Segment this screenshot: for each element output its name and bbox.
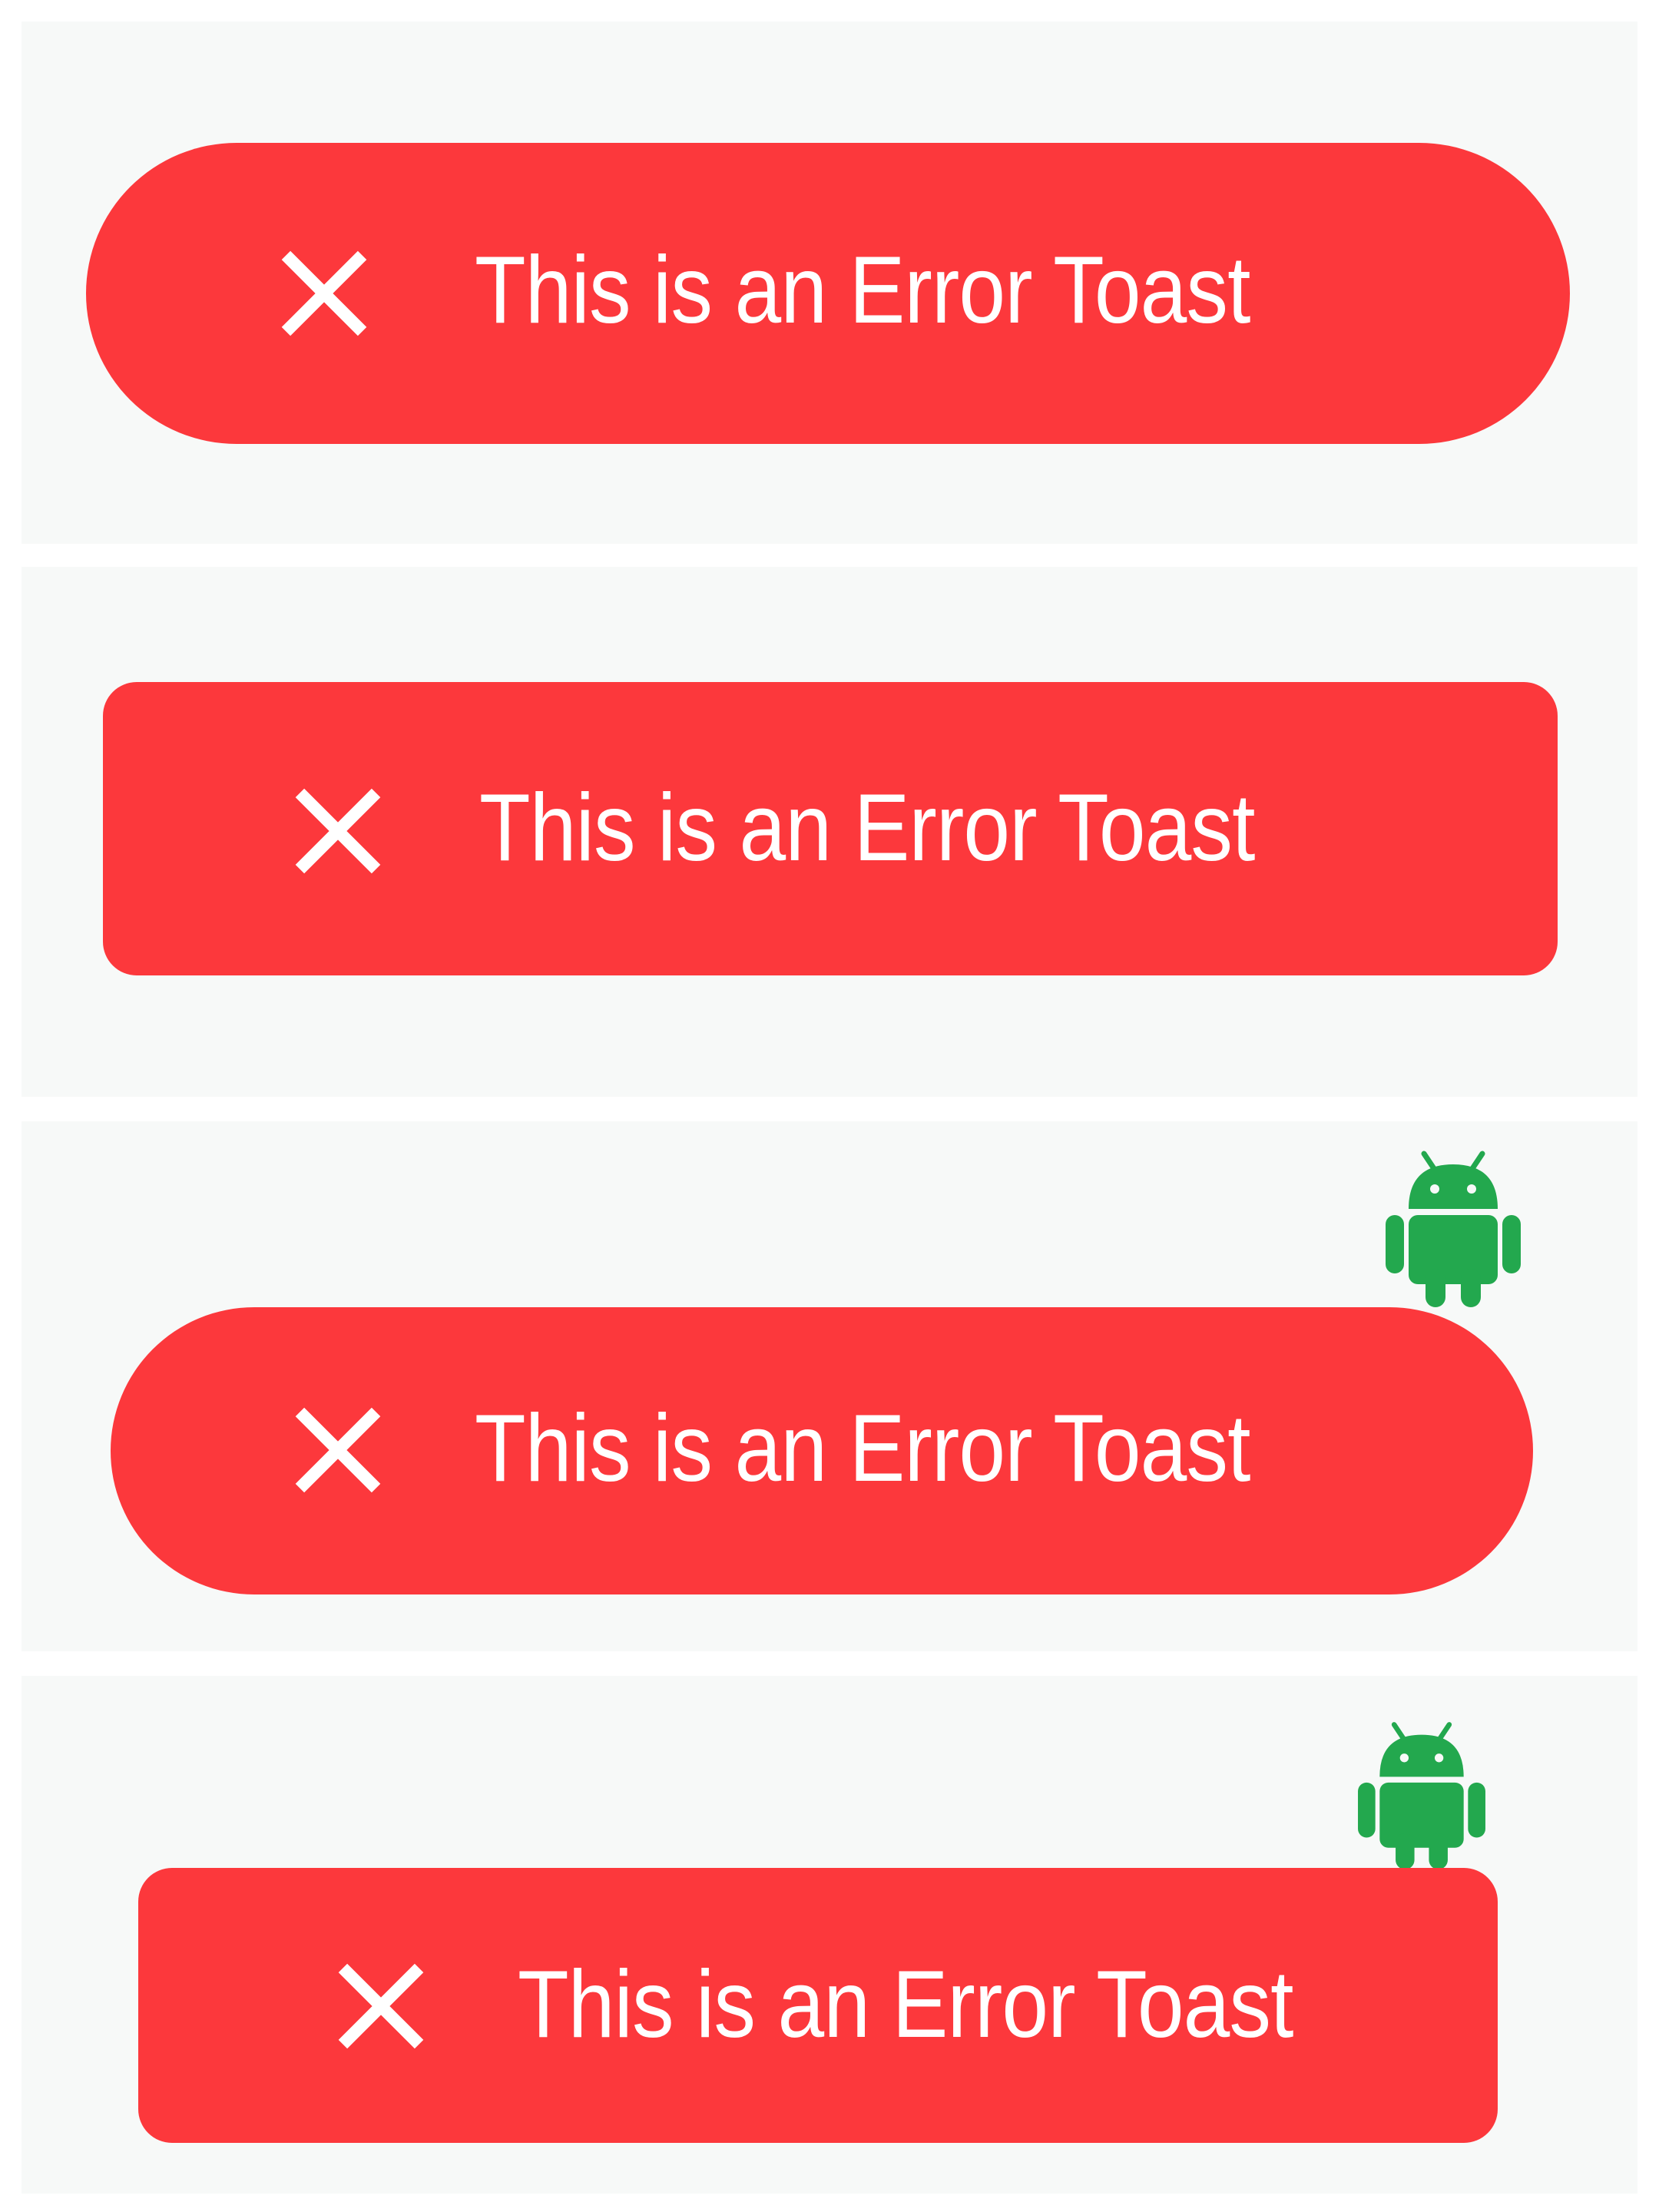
close-icon[interactable] <box>290 1402 386 1498</box>
close-icon[interactable] <box>276 246 372 341</box>
toast-message: This is an Error Toast <box>518 1952 1293 2058</box>
toast-preview-panel-1: This is an Error Toast <box>22 22 1637 544</box>
toast-message: This is an Error Toast <box>475 1396 1250 1502</box>
error-toast-rounded-android[interactable]: This is an Error Toast <box>138 1868 1498 2143</box>
android-icon <box>1358 1717 1485 1869</box>
error-toast-pill-android[interactable]: This is an Error Toast <box>111 1307 1533 1594</box>
error-toast-rounded[interactable]: This is an Error Toast <box>103 682 1558 975</box>
toast-message: This is an Error Toast <box>475 237 1250 343</box>
close-icon[interactable] <box>333 1959 429 2054</box>
close-icon[interactable] <box>290 783 386 879</box>
toast-preview-panel-2: This is an Error Toast <box>22 567 1637 1097</box>
toast-preview-panel-3: This is an Error Toast <box>22 1121 1637 1651</box>
android-icon <box>1386 1146 1521 1307</box>
toast-preview-panel-4: This is an Error Toast <box>22 1676 1637 2194</box>
toast-message: This is an Error Toast <box>479 775 1255 881</box>
error-toast-pill[interactable]: This is an Error Toast <box>86 143 1570 444</box>
